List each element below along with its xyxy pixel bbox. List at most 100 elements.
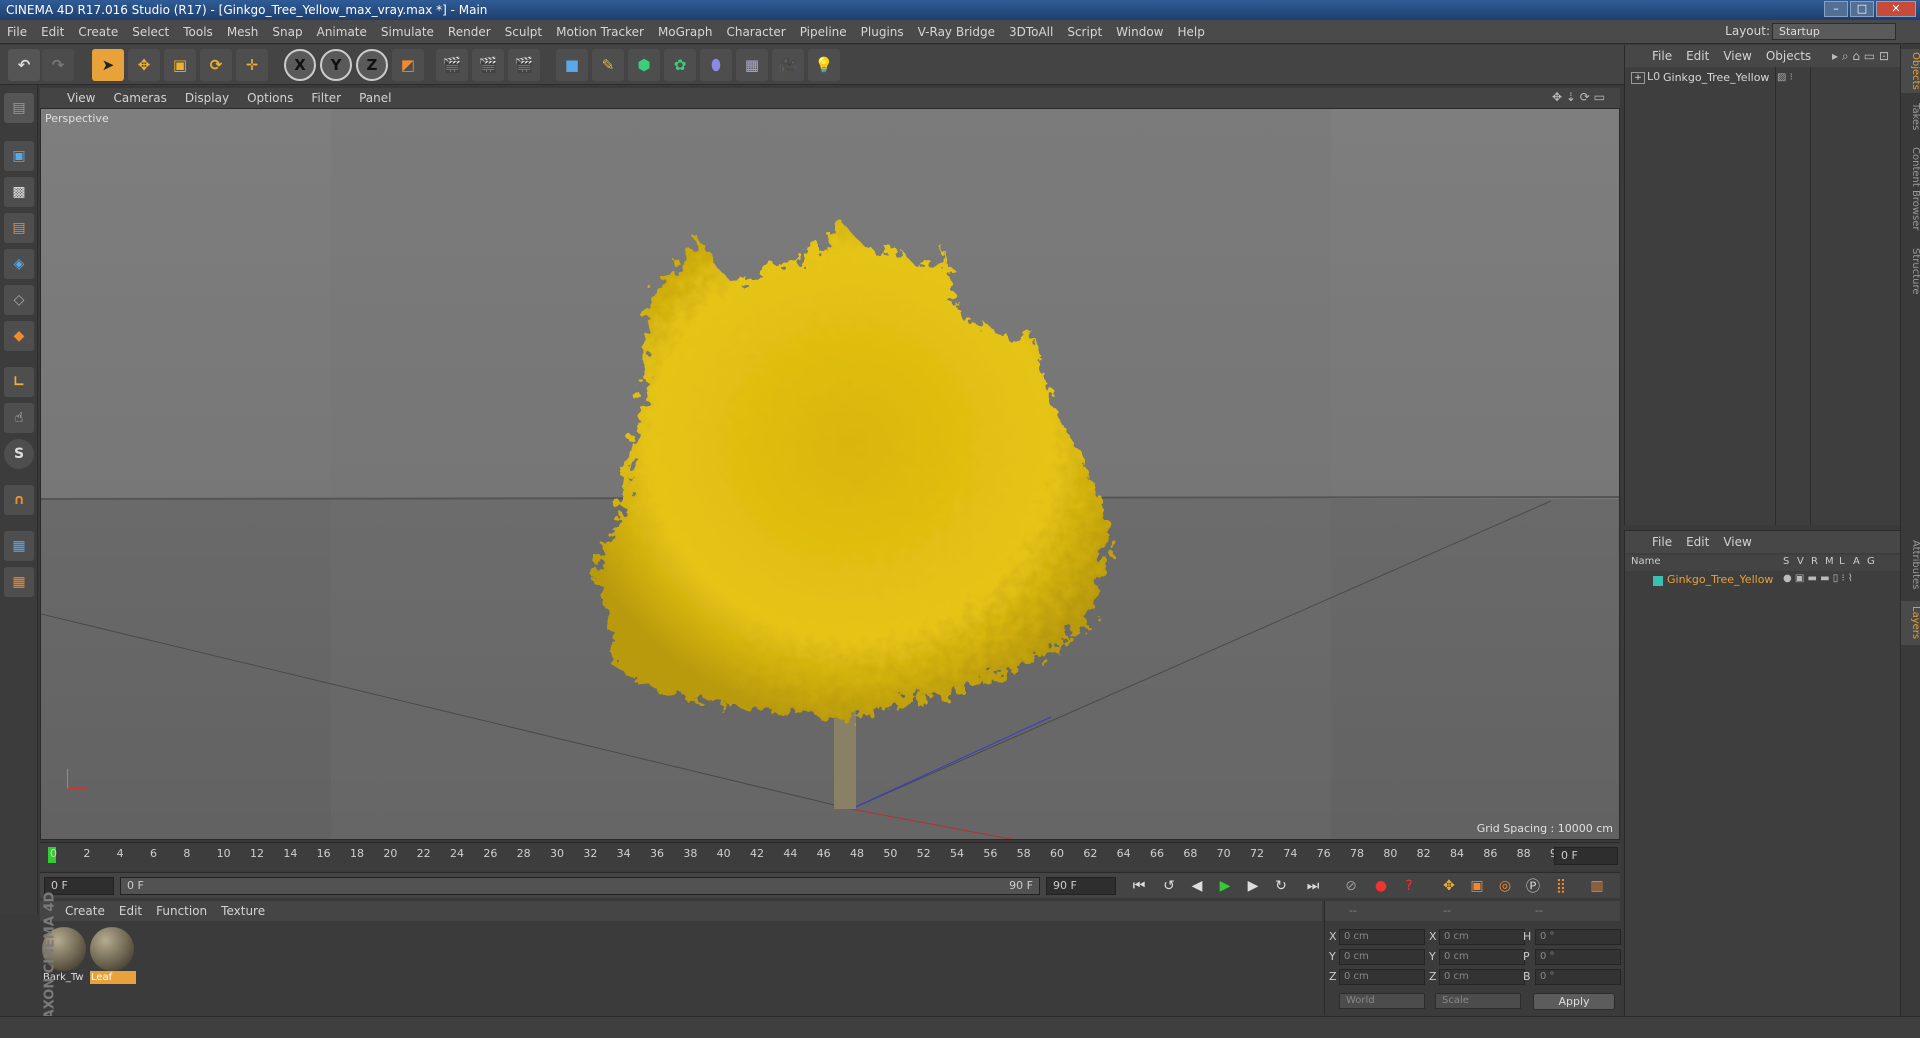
layer-menu-file[interactable]: File xyxy=(1645,535,1679,549)
key-position-icon[interactable]: ✥ xyxy=(1438,876,1460,896)
snap-icon[interactable]: S xyxy=(4,439,34,469)
size-mode-select[interactable]: Scale xyxy=(1435,993,1521,1009)
size-y-field[interactable]: 0 cm xyxy=(1439,949,1525,965)
object-menu-objects[interactable]: Objects xyxy=(1759,49,1818,63)
menu-help[interactable]: Help xyxy=(1170,25,1211,39)
maximize-button[interactable]: □ xyxy=(1850,1,1874,17)
menu-select[interactable]: Select xyxy=(125,25,176,39)
position-z-field[interactable]: 0 cm xyxy=(1339,969,1425,985)
menu-pipeline[interactable]: Pipeline xyxy=(793,25,854,39)
layer-menu-view[interactable]: View xyxy=(1716,535,1758,549)
tab-objects[interactable]: Objects xyxy=(1901,49,1920,93)
viewport-menu-options[interactable]: Options xyxy=(238,91,302,105)
layer-menu-edit[interactable]: Edit xyxy=(1679,535,1716,549)
goto-end-icon[interactable]: ⏭ xyxy=(1302,876,1324,896)
object-visibility-icon[interactable]: ▨ ⁝ xyxy=(1777,72,1793,83)
prev-key-icon[interactable]: ↺ xyxy=(1158,876,1180,896)
viewport-nav-icons[interactable]: ✥ ⇣ ⟳ ▭ xyxy=(1543,90,1614,104)
workplane-align-icon[interactable]: ▦ xyxy=(4,567,34,597)
layer-col-g[interactable]: G xyxy=(1867,556,1875,567)
layer-col-r[interactable]: R xyxy=(1811,556,1818,567)
menu-edit[interactable]: Edit xyxy=(34,25,71,39)
move-tool-icon[interactable]: ✥ xyxy=(128,49,160,81)
coord-mode-select[interactable]: World xyxy=(1339,993,1425,1009)
viewport-menu-filter[interactable]: Filter xyxy=(302,91,350,105)
menu-tools[interactable]: Tools xyxy=(176,25,220,39)
minimize-button[interactable]: – xyxy=(1824,1,1848,17)
viewport-menu-display[interactable]: Display xyxy=(176,91,238,105)
z-axis-icon[interactable]: Z xyxy=(356,49,388,81)
rotation-p-field[interactable]: 0 ° xyxy=(1535,949,1621,965)
menu-script[interactable]: Script xyxy=(1060,25,1109,39)
rotation-h-field[interactable]: 0 ° xyxy=(1535,929,1621,945)
axis-mode-icon[interactable]: ∟ xyxy=(4,367,34,397)
object-row-name[interactable]: Ginkgo_Tree_Yellow xyxy=(1663,71,1769,84)
layer-col-v[interactable]: V xyxy=(1797,556,1804,567)
render-picture-viewer-icon[interactable]: 🎬 xyxy=(472,49,504,81)
menu-window[interactable]: Window xyxy=(1109,25,1170,39)
workplane-mode-icon[interactable]: ▤ xyxy=(4,213,34,243)
cube-icon[interactable]: ■ xyxy=(556,49,588,81)
material-menu-texture[interactable]: Texture xyxy=(214,904,272,918)
menu-snap[interactable]: Snap xyxy=(265,25,309,39)
timeline[interactable]: 0 2 4 6 8 10 12 14 16 18 20 22 24 26 28 30 32 34 36 38 40 42 4… xyxy=(40,842,1620,870)
layer-color-swatch[interactable] xyxy=(1653,576,1663,586)
layer-col-m[interactable]: M xyxy=(1825,556,1834,567)
key-parameter-icon[interactable]: Ⓟ xyxy=(1522,876,1544,896)
camera-icon[interactable]: 🎥 xyxy=(772,49,804,81)
end-frame-field[interactable]: 90 F xyxy=(1046,877,1116,895)
edges-mode-icon[interactable]: ◇ xyxy=(4,285,34,315)
model-mode-icon[interactable]: ▣ xyxy=(4,141,34,171)
material-menu-function[interactable]: Function xyxy=(149,904,214,918)
menu-mesh[interactable]: Mesh xyxy=(220,25,266,39)
layer-col-s[interactable]: S xyxy=(1783,556,1789,567)
prev-frame-icon[interactable]: ◀ xyxy=(1186,876,1208,896)
viewport-menu-cameras[interactable]: Cameras xyxy=(104,91,175,105)
render-view-icon[interactable]: 🎬 xyxy=(436,49,468,81)
subdivision-surface-icon[interactable]: ⬢ xyxy=(628,49,660,81)
viewport-menu-panel[interactable]: Panel xyxy=(350,91,400,105)
last-tool-icon[interactable]: ✛ xyxy=(236,49,268,81)
close-button[interactable]: ✕ xyxy=(1876,1,1916,17)
key-rotation-icon[interactable]: ◎ xyxy=(1494,876,1516,896)
material-leaf[interactable]: Leaf xyxy=(90,927,136,985)
position-x-field[interactable]: 0 cm xyxy=(1339,929,1425,945)
points-mode-icon[interactable]: ◈ xyxy=(4,249,34,279)
object-menu-edit[interactable]: Edit xyxy=(1679,49,1716,63)
layer-col-a[interactable]: A xyxy=(1853,556,1860,567)
keyframe-selection-icon[interactable]: ⊘ xyxy=(1340,876,1362,896)
menu-character[interactable]: Character xyxy=(719,25,792,39)
menu-create[interactable]: Create xyxy=(71,25,125,39)
menu-vray-bridge[interactable]: V-Ray Bridge xyxy=(911,25,1002,39)
coordinate-system-icon[interactable]: ◩ xyxy=(392,49,424,81)
record-icon[interactable]: ● xyxy=(1370,876,1392,896)
timeline-window-icon[interactable]: ▥ xyxy=(1586,876,1608,896)
menu-animate[interactable]: Animate xyxy=(310,25,374,39)
object-menu-file[interactable]: File xyxy=(1645,49,1679,63)
texture-mode-icon[interactable]: ▩ xyxy=(4,177,34,207)
menu-mograph[interactable]: MoGraph xyxy=(651,25,720,39)
make-editable-icon[interactable]: ▤ xyxy=(4,93,34,123)
floor-icon[interactable]: ▦ xyxy=(736,49,768,81)
position-y-field[interactable]: 0 cm xyxy=(1339,949,1425,965)
undo-icon[interactable]: ↶ xyxy=(8,49,40,81)
workplane-lock-icon[interactable]: ▦ xyxy=(4,531,34,561)
key-pla-icon[interactable]: ⣿ xyxy=(1550,876,1572,896)
tab-layers[interactable]: Layers xyxy=(1901,601,1920,645)
magnet-icon[interactable]: ∩ xyxy=(4,485,34,515)
menu-simulate[interactable]: Simulate xyxy=(374,25,441,39)
menu-render[interactable]: Render xyxy=(441,25,498,39)
x-axis-icon[interactable]: X xyxy=(284,49,316,81)
light-icon[interactable]: 💡 xyxy=(808,49,840,81)
object-menu-view[interactable]: View xyxy=(1716,49,1758,63)
y-axis-icon[interactable]: Y xyxy=(320,49,352,81)
deformer-icon[interactable]: ⬮ xyxy=(700,49,732,81)
layer-flags-icons[interactable]: ● ▣ ▬ ▬ ▯ ⁝ ⌇ xyxy=(1783,573,1853,584)
pen-spline-icon[interactable]: ✎ xyxy=(592,49,624,81)
polygons-mode-icon[interactable]: ◆ xyxy=(4,321,34,351)
menu-motion-tracker[interactable]: Motion Tracker xyxy=(549,25,651,39)
next-frame-icon[interactable]: ▶ xyxy=(1242,876,1264,896)
layer-row-name[interactable]: Ginkgo_Tree_Yellow xyxy=(1667,573,1773,586)
object-search-icons[interactable]: ▸ ⌕ ⌂ ▭ ⊡ xyxy=(1825,49,1896,64)
redo-icon[interactable]: ↷ xyxy=(42,49,74,81)
